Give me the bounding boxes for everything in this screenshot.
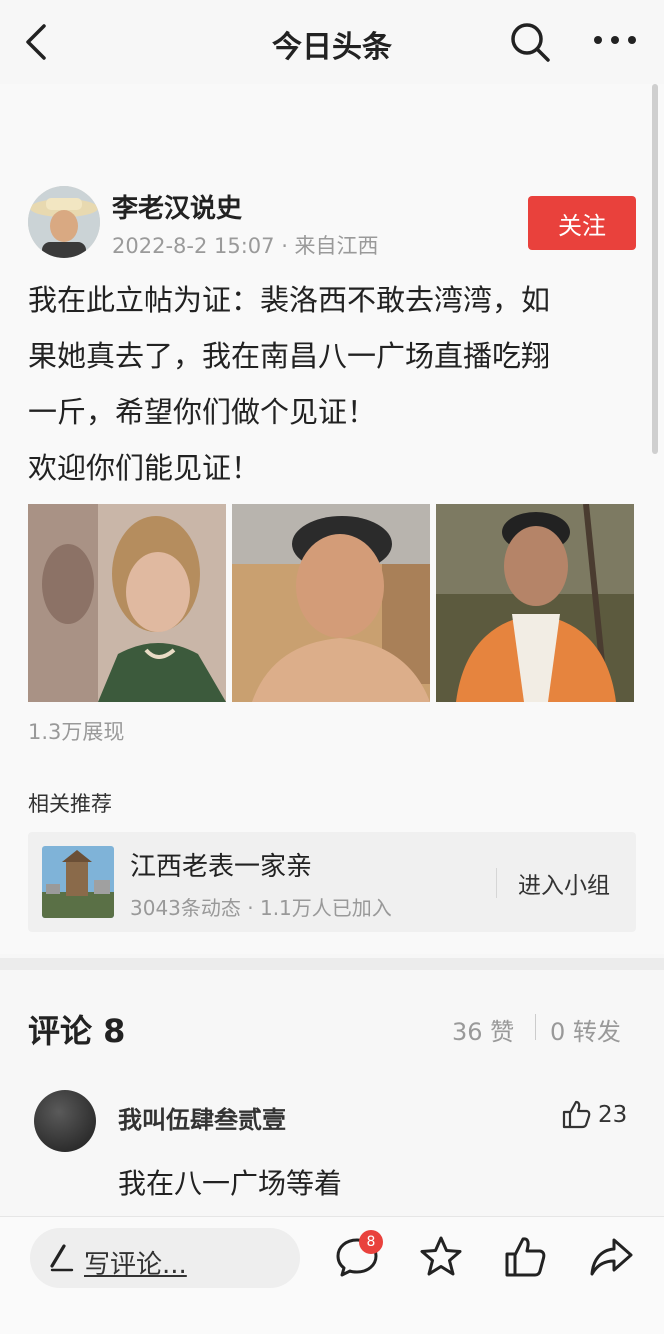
- related-title: 相关推荐: [28, 792, 112, 816]
- divider: [496, 868, 497, 898]
- post-meta: 2022-8-2 15:07 · 来自江西: [112, 234, 379, 258]
- comment-count-badge: 8: [359, 1230, 383, 1254]
- commenter-avatar[interactable]: [34, 1090, 96, 1152]
- group-name: 江西老表一家亲: [130, 852, 313, 882]
- post-body: 我在此立帖为证：裴洛西不敢去湾湾，如 果她真去了，我在南昌八一广场直播吃翔 一斤…: [28, 272, 638, 496]
- more-icon[interactable]: [590, 30, 640, 50]
- app-title: 今日头条: [272, 30, 392, 65]
- divider: [535, 1014, 536, 1040]
- join-group-button[interactable]: 进入小组: [518, 866, 610, 900]
- photo-man-2[interactable]: [436, 504, 634, 702]
- group-stats: 3043条动态 · 1.1万人已加入: [130, 896, 392, 920]
- post-likes: 36 赞: [452, 1018, 515, 1046]
- commenter-name[interactable]: 我叫伍肆叁贰壹: [118, 1100, 286, 1135]
- thumbs-up-icon[interactable]: [560, 1098, 592, 1130]
- comment-like-count: 23: [598, 1102, 628, 1128]
- like-icon[interactable]: [502, 1234, 548, 1280]
- author-avatar[interactable]: [28, 186, 100, 258]
- pen-icon: [50, 1244, 74, 1272]
- comments-title: 评论 8: [28, 1012, 126, 1050]
- follow-button[interactable]: 关注: [528, 196, 636, 250]
- photo-woman[interactable]: [28, 504, 226, 702]
- view-count: 1.3万展现: [28, 720, 125, 744]
- post-shares: 0 转发: [550, 1018, 621, 1046]
- share-icon[interactable]: [588, 1234, 634, 1280]
- scrollbar[interactable]: [652, 84, 658, 454]
- photo-grid: [28, 504, 636, 702]
- post-line: 果她真去了，我在南昌八一广场直播吃翔: [28, 339, 551, 373]
- post-line: 欢迎你们能见证！: [28, 451, 261, 485]
- section-separator: [0, 958, 664, 970]
- photo-man-1[interactable]: [232, 504, 430, 702]
- comment-text: 我在八一广场等着: [118, 1167, 343, 1200]
- post-line: 我在此立帖为证：裴洛西不敢去湾湾，如: [28, 283, 551, 317]
- group-thumbnail: [42, 846, 114, 918]
- author-name[interactable]: 李老汉说史: [112, 188, 242, 225]
- write-comment-label[interactable]: 写评论...: [84, 1244, 187, 1281]
- post-line: 一斤，希望你们做个见证！: [28, 395, 377, 429]
- group-card[interactable]: 江西老表一家亲 3043条动态 · 1.1万人已加入 进入小组: [28, 832, 636, 932]
- search-icon[interactable]: [508, 20, 552, 64]
- star-icon[interactable]: [418, 1234, 464, 1280]
